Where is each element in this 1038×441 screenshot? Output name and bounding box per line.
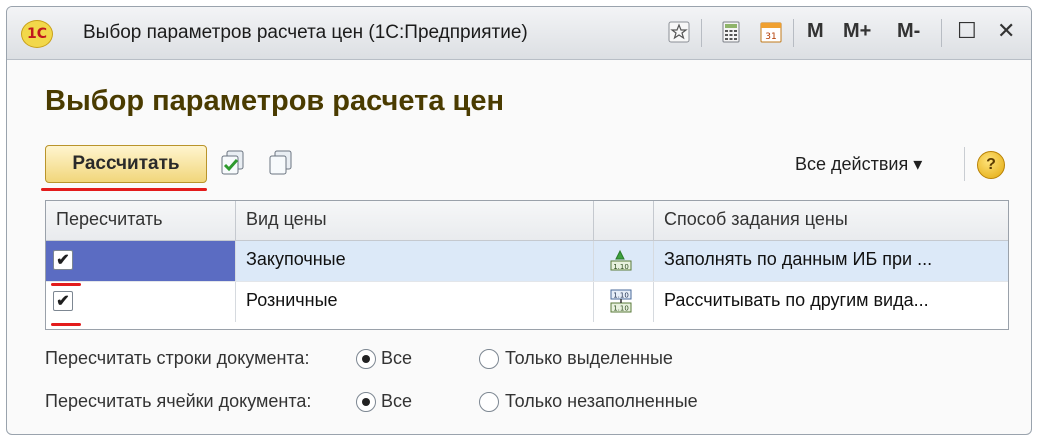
- column-header-method[interactable]: Способ задания цены: [654, 201, 1008, 241]
- svg-text:1.10: 1.10: [613, 305, 629, 313]
- recalc-cell[interactable]: ✔: [46, 282, 236, 322]
- favorites-icon[interactable]: [667, 19, 691, 45]
- recalc-checkbox[interactable]: ✔: [53, 291, 73, 311]
- title-bar: 1С Выбор параметров расчета цен (1С:Пред…: [7, 7, 1031, 60]
- memory-plus-button[interactable]: M+: [843, 20, 871, 43]
- highlight-underline: [51, 323, 81, 326]
- column-header-icon[interactable]: [594, 201, 654, 241]
- titlebar-separator: [793, 19, 794, 47]
- cells-all-radio[interactable]: [356, 392, 376, 412]
- method-cell[interactable]: Рассчитывать по другим вида...: [654, 282, 1008, 322]
- form-heading: Выбор параметров расчета цен: [45, 85, 504, 117]
- select-all-icon[interactable]: [217, 147, 249, 179]
- restore-icon[interactable]: ☐: [957, 18, 977, 44]
- rows-selected-label[interactable]: Только выделенные: [505, 348, 673, 369]
- column-header-recalc[interactable]: Пересчитать: [46, 201, 236, 241]
- close-icon[interactable]: ✕: [997, 18, 1015, 44]
- method-cell[interactable]: Заполнять по данным ИБ при ...: [654, 241, 1008, 281]
- recalc-cells-label: Пересчитать ячейки документа:: [45, 391, 312, 411]
- dialog-window: 1С Выбор параметров расчета цен (1С:Пред…: [6, 6, 1032, 435]
- cells-empty-label[interactable]: Только незаполненные: [505, 391, 698, 412]
- rows-all-label[interactable]: Все: [381, 348, 412, 369]
- calculator-icon[interactable]: [719, 19, 743, 45]
- calendar-icon[interactable]: 31: [759, 19, 783, 45]
- titlebar-separator: [701, 19, 702, 47]
- column-header-price-type[interactable]: Вид цены: [236, 201, 594, 241]
- calc-from-other-icon: 1.10 1.10: [594, 282, 654, 322]
- recalc-rows-label: Пересчитать строки документа:: [45, 348, 310, 368]
- recalc-checkbox[interactable]: ✔: [53, 250, 73, 270]
- rows-selected-radio[interactable]: [479, 349, 499, 369]
- price-types-table: Пересчитать Вид цены Способ задания цены…: [45, 200, 1009, 330]
- svg-text:1.10: 1.10: [613, 263, 629, 271]
- cells-empty-radio[interactable]: [479, 392, 499, 412]
- fill-from-db-icon: 1.10: [594, 241, 654, 281]
- help-icon[interactable]: ?: [977, 151, 1005, 179]
- highlight-underline: [51, 283, 81, 286]
- memory-minus-button[interactable]: M-: [897, 20, 920, 43]
- highlight-underline: [41, 188, 207, 191]
- 1c-logo-icon: 1С: [21, 20, 53, 48]
- toolbar-separator: [964, 147, 965, 181]
- recalc-cell[interactable]: ✔: [46, 241, 236, 281]
- price-type-cell[interactable]: Закупочные: [236, 241, 594, 281]
- calculate-button[interactable]: Рассчитать: [45, 145, 207, 183]
- rows-all-radio[interactable]: [356, 349, 376, 369]
- cells-all-label[interactable]: Все: [381, 391, 412, 412]
- deselect-all-icon[interactable]: [265, 147, 297, 179]
- table-row[interactable]: ✔ Закупочные 1.10 Заполнять по данным ИБ…: [46, 241, 1008, 281]
- titlebar-separator: [941, 19, 942, 47]
- all-actions-menu[interactable]: Все действия ▾: [795, 154, 922, 175]
- svg-text:31: 31: [765, 32, 776, 42]
- svg-text:1.10: 1.10: [613, 292, 629, 300]
- window-title: Выбор параметров расчета цен (1С:Предпри…: [83, 22, 528, 43]
- table-row[interactable]: ✔ Розничные 1.10 1.10 Рассчитывать по дру…: [46, 281, 1008, 322]
- memory-m-button[interactable]: M: [807, 20, 824, 43]
- price-type-cell[interactable]: Розничные: [236, 282, 594, 322]
